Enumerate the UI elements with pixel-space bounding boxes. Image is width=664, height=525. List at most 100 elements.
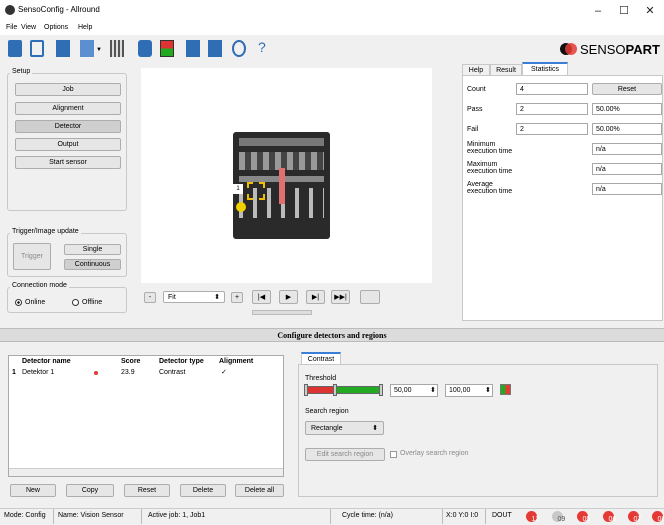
- frame-slider[interactable]: [252, 310, 312, 315]
- maximize-button[interactable]: ☐: [614, 2, 634, 20]
- table-row[interactable]: 1 Detektor 1 23.9 Contrast ✓: [9, 368, 283, 378]
- app-icon: [5, 5, 15, 15]
- edit-search-region-button[interactable]: Edit search region: [305, 448, 385, 461]
- pass-value: 2: [516, 103, 588, 115]
- new-job-icon[interactable]: [8, 40, 22, 57]
- output-05-label: 05: [583, 514, 591, 525]
- reset-detector-button[interactable]: Reset: [124, 484, 170, 497]
- menu-view[interactable]: View: [21, 24, 36, 31]
- zoom-select[interactable]: Fit ⬍: [163, 291, 225, 303]
- row-type: Contrast: [159, 369, 185, 376]
- spin-high-icon[interactable]: ⬍: [485, 386, 491, 394]
- dropdown-arrow-icon[interactable]: ▼: [96, 47, 102, 53]
- menu-file[interactable]: File: [6, 24, 17, 31]
- image-view[interactable]: 1: [141, 68, 432, 283]
- brand-text-b: PART: [626, 42, 660, 57]
- sensor-icon[interactable]: [138, 40, 152, 57]
- output-07-label: 07: [634, 514, 642, 525]
- sensopart-logo-icon: [560, 43, 574, 55]
- output-button[interactable]: Output: [15, 138, 121, 151]
- last-frame-button[interactable]: ▶▶|: [331, 290, 350, 304]
- job-button[interactable]: Job: [15, 83, 121, 96]
- delete-detector-button[interactable]: Delete: [180, 484, 226, 497]
- run-icon[interactable]: [160, 40, 174, 57]
- play-button[interactable]: ▶: [279, 290, 298, 304]
- offline-label: Offline: [82, 299, 102, 306]
- pass-label: Pass: [467, 106, 483, 113]
- alignment-button[interactable]: Alignment: [15, 102, 121, 115]
- header-detector-name[interactable]: Detector name: [22, 358, 71, 365]
- tab-help[interactable]: Help: [462, 64, 490, 75]
- part-image: 1: [233, 132, 330, 239]
- overlay-checkbox[interactable]: [390, 451, 397, 458]
- output-07-icon: 07: [628, 511, 639, 522]
- minimize-button[interactable]: –: [588, 2, 608, 20]
- trigger-title: Trigger/Image update: [10, 228, 81, 235]
- row-alignment-check[interactable]: ✓: [221, 368, 227, 376]
- zoom-in-button[interactable]: +: [231, 292, 243, 303]
- status-mode: Mode: Config: [4, 512, 46, 519]
- threshold-slider[interactable]: [305, 386, 383, 394]
- threshold-label: Threshold: [305, 375, 336, 382]
- offline-radio[interactable]: [72, 299, 79, 306]
- search-region-value: Rectangle: [311, 425, 343, 432]
- zoom-value: Fit: [168, 294, 176, 301]
- fail-value: 2: [516, 123, 588, 135]
- header-detector-type[interactable]: Detector type: [159, 358, 204, 365]
- row-index: 1: [12, 369, 16, 376]
- title-bar: SensoConfig - Allround – ☐ ✕: [0, 0, 664, 22]
- continuous-button[interactable]: Continuous: [64, 259, 121, 270]
- row-score: 23.9: [121, 369, 135, 376]
- output-09-label: 09: [558, 514, 566, 525]
- zoom-out-button[interactable]: -: [144, 292, 156, 303]
- status-name: Name: Vision Sensor: [58, 512, 124, 519]
- next-frame-button[interactable]: ▶|: [306, 290, 325, 304]
- overlay-label: Overlay search region: [400, 450, 468, 457]
- copy-detector-button[interactable]: Copy: [66, 484, 114, 497]
- open-icon[interactable]: [30, 40, 44, 57]
- connection-title: Connection mode: [10, 282, 69, 289]
- header-score[interactable]: Score: [121, 358, 140, 365]
- avg-exec-value: n/a: [592, 183, 662, 195]
- upload-icon[interactable]: [186, 40, 200, 57]
- tab-result[interactable]: Result: [490, 64, 522, 75]
- reset-stats-button[interactable]: Reset: [592, 83, 662, 95]
- filmstrip-icon[interactable]: [110, 40, 124, 57]
- new-detector-button[interactable]: New: [10, 484, 56, 497]
- horizontal-scrollbar[interactable]: [9, 468, 283, 476]
- detector-button[interactable]: Detector: [15, 120, 121, 133]
- fail-label: Fail: [467, 126, 478, 133]
- output-08-label: 08: [658, 514, 664, 525]
- brand-logo: SENSOPART: [580, 42, 660, 57]
- output-06-icon: 06: [603, 511, 614, 522]
- pass-percent: 50.00%: [592, 103, 662, 115]
- search-icon[interactable]: [232, 40, 246, 57]
- spin-icon: ⬍: [214, 293, 220, 301]
- menu-help[interactable]: Help: [78, 24, 92, 31]
- tab-statistics[interactable]: Statistics: [522, 62, 568, 75]
- delete-all-button[interactable]: Delete all: [235, 484, 284, 497]
- start-sensor-button[interactable]: Start sensor: [15, 156, 121, 169]
- search-region-box[interactable]: [247, 182, 265, 200]
- single-button[interactable]: Single: [64, 244, 121, 255]
- status-dout: DOUT: [492, 512, 512, 519]
- trigger-button[interactable]: Trigger: [13, 243, 51, 270]
- download-icon[interactable]: [208, 40, 222, 57]
- save-icon[interactable]: [56, 40, 70, 57]
- record-button[interactable]: [360, 290, 380, 304]
- help-icon[interactable]: ?: [258, 39, 266, 55]
- color-indicator-icon: [500, 384, 511, 395]
- menu-options[interactable]: Options: [44, 24, 68, 31]
- status-job: Active job: 1, Job1: [148, 512, 205, 519]
- count-value: 4: [516, 83, 588, 95]
- first-frame-button[interactable]: |◀: [252, 290, 271, 304]
- online-label: Online: [25, 299, 45, 306]
- min-exec-value: n/a: [592, 143, 662, 155]
- search-region-select[interactable]: Rectangle⬍: [305, 421, 384, 435]
- save-as-icon[interactable]: [80, 40, 94, 57]
- setup-title: Setup: [10, 68, 32, 75]
- online-radio[interactable]: [15, 299, 22, 306]
- header-alignment[interactable]: Alignment: [219, 358, 253, 365]
- spin-low-icon[interactable]: ⬍: [430, 386, 436, 394]
- close-button[interactable]: ✕: [640, 2, 660, 20]
